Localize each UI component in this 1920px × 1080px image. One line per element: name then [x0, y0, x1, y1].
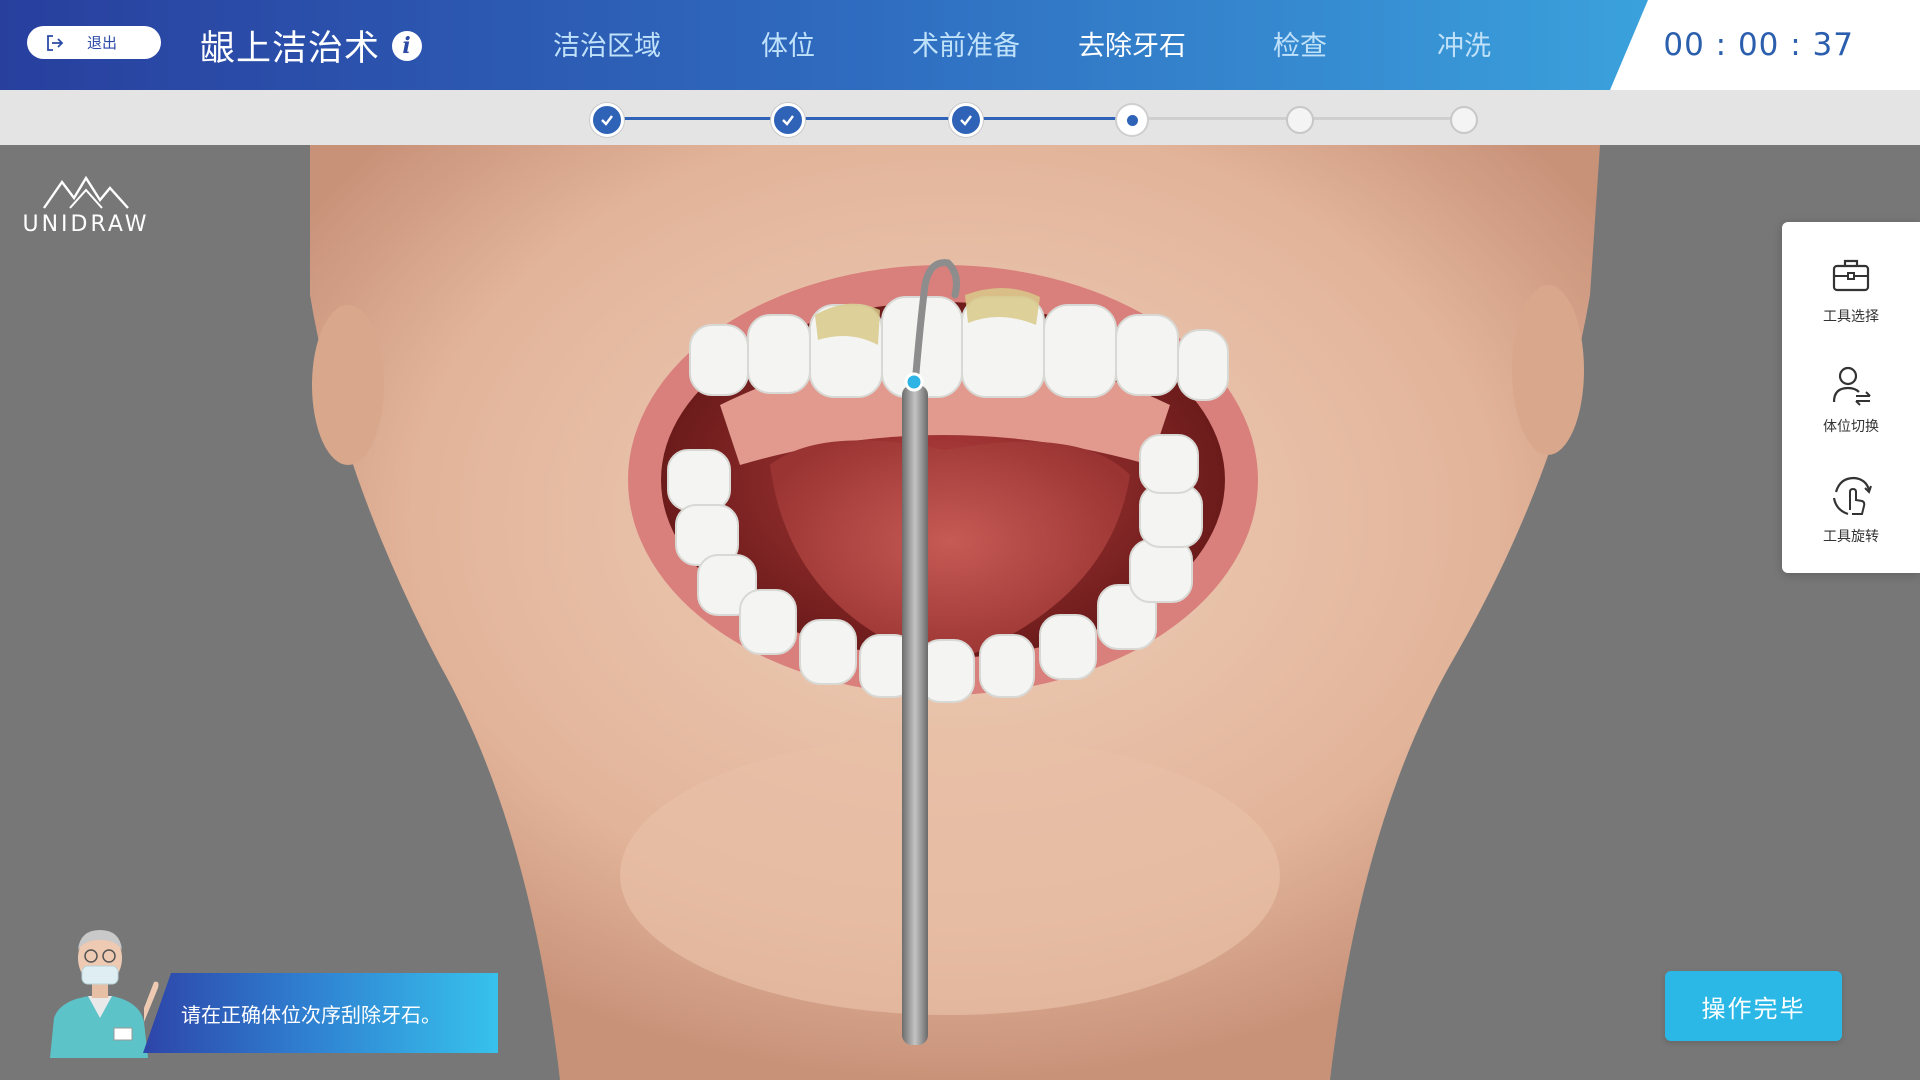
tool-select-button[interactable]: 工具选择 [1782, 252, 1920, 326]
position-switch-button[interactable]: 体位切换 [1782, 362, 1920, 436]
check-icon [601, 115, 613, 126]
nav-item-position[interactable]: 体位 [761, 24, 815, 63]
check-icon [960, 115, 972, 126]
step-marker-6 [1450, 106, 1478, 134]
person-switch-icon [1832, 366, 1871, 406]
step-marker-2 [771, 103, 805, 137]
finish-operation-button[interactable]: 操作完毕 [1665, 971, 1842, 1041]
tool-select-label: 工具选择 [1823, 309, 1879, 325]
unidraw-logo: UNIDRAW [22, 172, 150, 237]
nav-item-preparation[interactable]: 术前准备 [912, 24, 1020, 63]
nav-item-check[interactable]: 检查 [1273, 24, 1327, 63]
logo-text: UNIDRAW [22, 212, 150, 237]
top-header: 退出 龈上洁治术 i 洁治区域 体位 术前准备 去除牙石 检查 冲洗 00 : … [0, 0, 1920, 90]
elapsed-timer: 00 : 00 : 37 [1663, 27, 1854, 63]
position-switch-label: 体位切换 [1823, 419, 1879, 435]
nav-item-cleaning-area[interactable]: 洁治区域 [553, 24, 661, 63]
progress-line-done [607, 117, 1132, 120]
patient-face-render [310, 145, 1600, 1080]
tool-panel: 工具选择 体位切换 工具旋转 [1782, 222, 1920, 573]
rotate-hand-icon [1832, 476, 1872, 516]
mountain-logo-icon [43, 175, 129, 209]
nav-item-remove-calculus[interactable]: 去除牙石 [1078, 24, 1186, 63]
step-marker-1 [590, 103, 624, 137]
step-marker-3 [949, 103, 983, 137]
toolbox-icon [1832, 259, 1870, 292]
step-nav: 洁治区域 体位 术前准备 去除牙石 检查 冲洗 [0, 24, 1600, 64]
tool-rotate-button[interactable]: 工具旋转 [1782, 472, 1920, 546]
tool-rotate-label: 工具旋转 [1823, 529, 1879, 545]
instruction-banner: 请在正确体位次序刮除牙石。 [143, 973, 498, 1053]
progress-bar [0, 90, 1920, 145]
nav-item-rinse[interactable]: 冲洗 [1437, 24, 1491, 63]
step-marker-5 [1286, 106, 1314, 134]
step-marker-4 [1115, 103, 1149, 137]
doctor-avatar [50, 930, 159, 1058]
instruction-text: 请在正确体位次序刮除牙石。 [181, 1002, 441, 1027]
dental-3d-viewport[interactable] [0, 145, 1920, 1080]
check-icon [782, 115, 794, 126]
